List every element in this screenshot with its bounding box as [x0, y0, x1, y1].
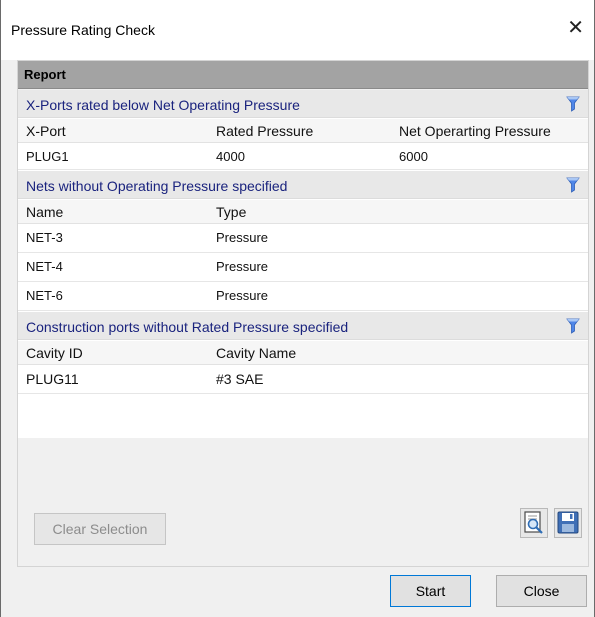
column-header[interactable]: Name	[26, 204, 63, 220]
table-cell: Pressure	[216, 288, 269, 303]
table-cell: Pressure	[216, 259, 269, 274]
table-cell: #3 SAE	[216, 371, 264, 387]
table-cell: NET-6	[26, 288, 63, 303]
table-cell: PLUG11	[26, 371, 79, 387]
print-preview-icon	[524, 511, 543, 534]
title-bar: Pressure Rating Check ✕	[1, 0, 594, 60]
report-panel: Report X-Ports rated below Net Operating…	[17, 60, 589, 567]
table-row[interactable]: NET-6 Pressure	[18, 283, 588, 311]
start-button[interactable]: Start	[390, 575, 471, 607]
column-header[interactable]: X-Port	[26, 123, 66, 139]
filter-funnel-icon[interactable]	[566, 318, 580, 334]
table-cell: 6000	[399, 149, 428, 164]
column-header[interactable]: Type	[216, 204, 246, 220]
section-title: Construction ports without Rated Pressur…	[26, 319, 349, 335]
table-cell: Pressure	[216, 230, 269, 245]
dialog-window: Pressure Rating Check ✕ Report X-Ports r…	[0, 0, 595, 617]
column-header[interactable]: Cavity Name	[216, 345, 296, 361]
clear-selection-button[interactable]: Clear Selection	[34, 513, 166, 545]
close-button[interactable]: Close	[496, 575, 587, 607]
column-header[interactable]: Rated Pressure	[216, 123, 313, 139]
table-cell: NET-4	[26, 259, 63, 274]
section-header-xports[interactable]: X-Ports rated below Net Operating Pressu…	[18, 90, 588, 118]
section-header-nets[interactable]: Nets without Operating Pressure specifie…	[18, 171, 588, 199]
window-title: Pressure Rating Check	[11, 22, 155, 38]
print-preview-button[interactable]	[520, 508, 548, 538]
report-header: Report	[18, 61, 588, 89]
filter-funnel-icon[interactable]	[566, 96, 580, 112]
column-header-row: Name Type	[18, 200, 588, 224]
section-title: Nets without Operating Pressure specifie…	[26, 178, 288, 194]
table-row[interactable]: NET-4 Pressure	[18, 254, 588, 282]
save-button[interactable]	[554, 508, 582, 538]
column-header-row: Cavity ID Cavity Name	[18, 341, 588, 365]
filter-funnel-icon[interactable]	[566, 177, 580, 193]
table-cell: PLUG1	[26, 149, 69, 164]
section-header-construction-ports[interactable]: Construction ports without Rated Pressur…	[18, 312, 588, 340]
column-header-row: X-Port Rated Pressure Net Operarting Pre…	[18, 119, 588, 143]
report-header-label: Report	[24, 67, 66, 82]
table-row[interactable]: PLUG11 #3 SAE	[18, 366, 588, 394]
column-header[interactable]: Cavity ID	[26, 345, 83, 361]
table-cell: NET-3	[26, 230, 63, 245]
table-row[interactable]: NET-3 Pressure	[18, 225, 588, 253]
table-row[interactable]: PLUG1 4000 6000	[18, 144, 588, 170]
report-grid: X-Ports rated below Net Operating Pressu…	[18, 90, 588, 438]
section-title: X-Ports rated below Net Operating Pressu…	[26, 97, 300, 113]
column-header[interactable]: Net Operarting Pressure	[399, 123, 551, 139]
save-icon	[557, 511, 579, 534]
close-icon[interactable]: ✕	[567, 17, 584, 37]
table-cell: 4000	[216, 149, 245, 164]
